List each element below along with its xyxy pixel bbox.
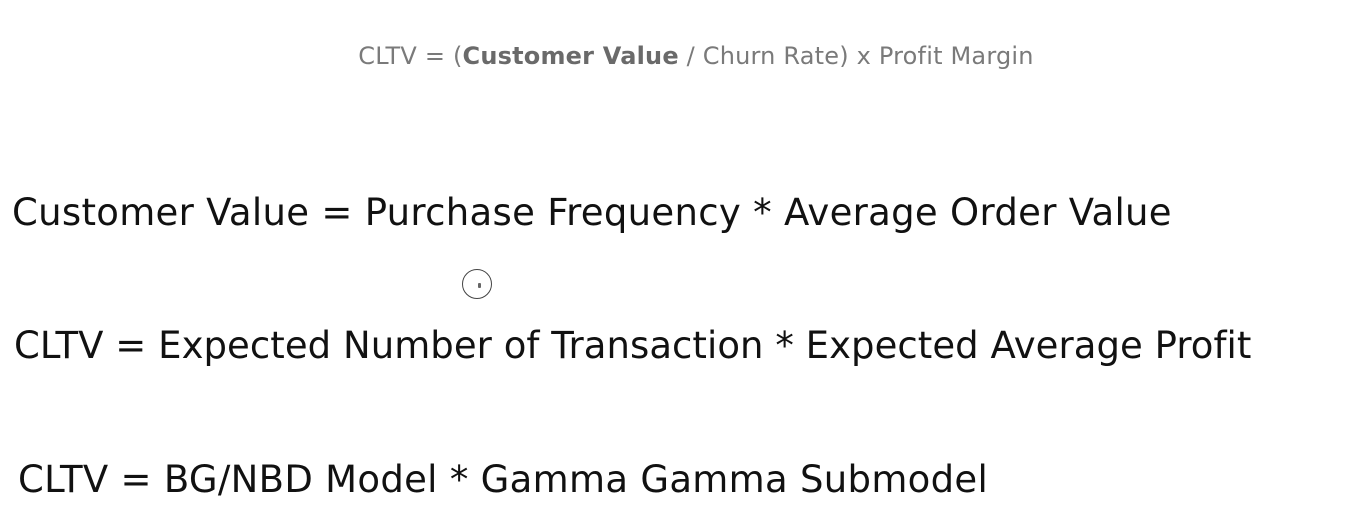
formula-cltv-churn: CLTV = (Customer Value / Churn Rate) x P… — [0, 44, 1370, 68]
formula-cltv-churn-suffix: / Churn Rate) x Profit Margin — [678, 42, 1034, 70]
formula-customer-value: Customer Value = Purchase Frequency * Av… — [12, 191, 1172, 234]
formula-cltv-churn-prefix: CLTV = ( — [358, 42, 463, 70]
formula-cltv-churn-customer-value: Customer Value — [462, 42, 679, 70]
formula-cltv-model: CLTV = BG/NBD Model * Gamma Gamma Submod… — [18, 458, 989, 501]
cursor-circle-icon — [462, 269, 492, 299]
cursor-dot — [478, 283, 481, 288]
formula-cltv-expected: CLTV = Expected Number of Transaction * … — [14, 324, 1252, 367]
